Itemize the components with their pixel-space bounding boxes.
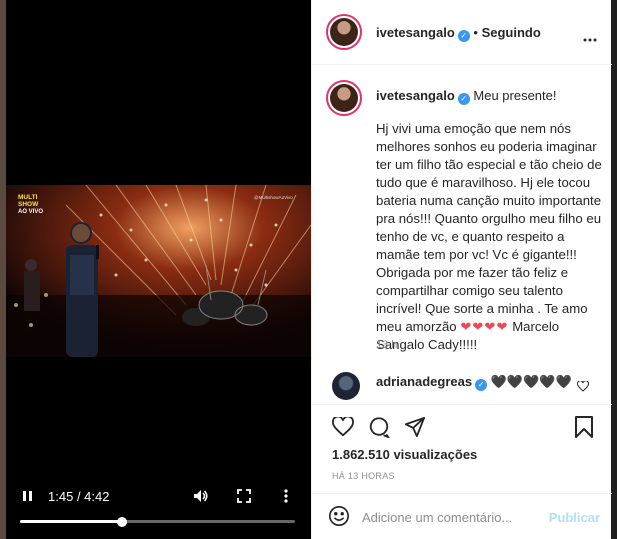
- comment-like-heart-icon[interactable]: [576, 379, 590, 397]
- comment-item: adrianadegreas ✓ 🖤🖤🖤🖤🖤: [312, 368, 612, 404]
- header-user-line: ivetesangalo ✓ • Seguindo: [376, 25, 541, 42]
- view-count[interactable]: 1.862.510 visualizações: [332, 447, 477, 462]
- caption-first-line: ivetesangalo ✓ Meu presente!: [376, 88, 557, 105]
- video-more-icon[interactable]: [284, 489, 288, 506]
- commenter-username[interactable]: adrianadegreas: [376, 374, 472, 389]
- caption-text: Hj vivi uma emoção que nem nós melhores …: [376, 120, 608, 354]
- more-horizontal-icon[interactable]: [583, 29, 597, 47]
- progress-fill: [20, 520, 123, 523]
- posted-ago[interactable]: HÁ 13 HORAS: [332, 471, 395, 481]
- video-frame: MULTI SHOW AO VIVO @MultishowAoVivo: [6, 185, 311, 357]
- author-avatar[interactable]: [326, 14, 362, 50]
- bookmark-icon[interactable]: [574, 416, 594, 443]
- dot-separator: •: [473, 25, 482, 40]
- comment-input[interactable]: [362, 506, 542, 528]
- comment-text: 🖤🖤🖤🖤🖤: [490, 374, 572, 389]
- video-time: 1:45 / 4:42: [48, 489, 109, 504]
- heart-icon[interactable]: [332, 415, 354, 442]
- commenter-verified-icon: ✓: [475, 379, 488, 391]
- overlay-tag: @MultishowAoVivo: [254, 195, 293, 200]
- post-modal: MULTI SHOW AO VIVO @MultishowAoVivo 1:45…: [6, 0, 612, 539]
- commenter-avatar[interactable]: [332, 372, 360, 400]
- comment-composer: Publicar: [312, 493, 612, 539]
- verified-badge-icon: ✓: [457, 30, 470, 42]
- caption-avatar[interactable]: [326, 80, 362, 116]
- emoji-icon[interactable]: [328, 505, 350, 532]
- post-header: ivetesangalo ✓ • Seguindo: [312, 0, 612, 65]
- current-time: 1:45: [48, 489, 74, 504]
- caption-title: Meu presente!: [473, 88, 557, 103]
- video-player[interactable]: MULTI SHOW AO VIVO @MultishowAoVivo 1:45…: [6, 0, 311, 539]
- caption-timestamp[interactable]: 13 h: [376, 339, 397, 351]
- header-username[interactable]: ivetesangalo: [376, 25, 455, 40]
- paper-plane-icon[interactable]: [404, 416, 426, 443]
- progress-track[interactable]: [20, 516, 295, 527]
- overlay-logo-line-2: SHOW: [18, 201, 39, 208]
- caption-username[interactable]: ivetesangalo: [376, 88, 455, 103]
- overlay-logo-line-1: MULTI: [18, 194, 38, 201]
- progress-handle[interactable]: [117, 516, 128, 527]
- comment-icon[interactable]: [368, 416, 391, 443]
- follow-status-button[interactable]: Seguindo: [482, 25, 541, 40]
- duration: 4:42: [84, 489, 110, 504]
- action-bar: [312, 404, 612, 444]
- fullscreen-icon[interactable]: [237, 489, 251, 506]
- publish-button[interactable]: Publicar: [549, 510, 600, 525]
- caption-verified-icon: ✓: [457, 93, 470, 105]
- caption-hearts: ❤❤❤❤: [460, 319, 509, 334]
- pause-icon[interactable]: [22, 489, 34, 506]
- overlay-logo-line-3: AO VIVO: [18, 209, 43, 215]
- caption-body: Hj vivi uma emoção que nem nós melhores …: [376, 121, 602, 334]
- post-details-panel: ivetesangalo ✓ • Seguindo ivetesangalo ✓ M…: [311, 0, 612, 539]
- comment-line: adrianadegreas ✓ 🖤🖤🖤🖤🖤: [376, 374, 572, 391]
- volume-icon[interactable]: [193, 489, 209, 506]
